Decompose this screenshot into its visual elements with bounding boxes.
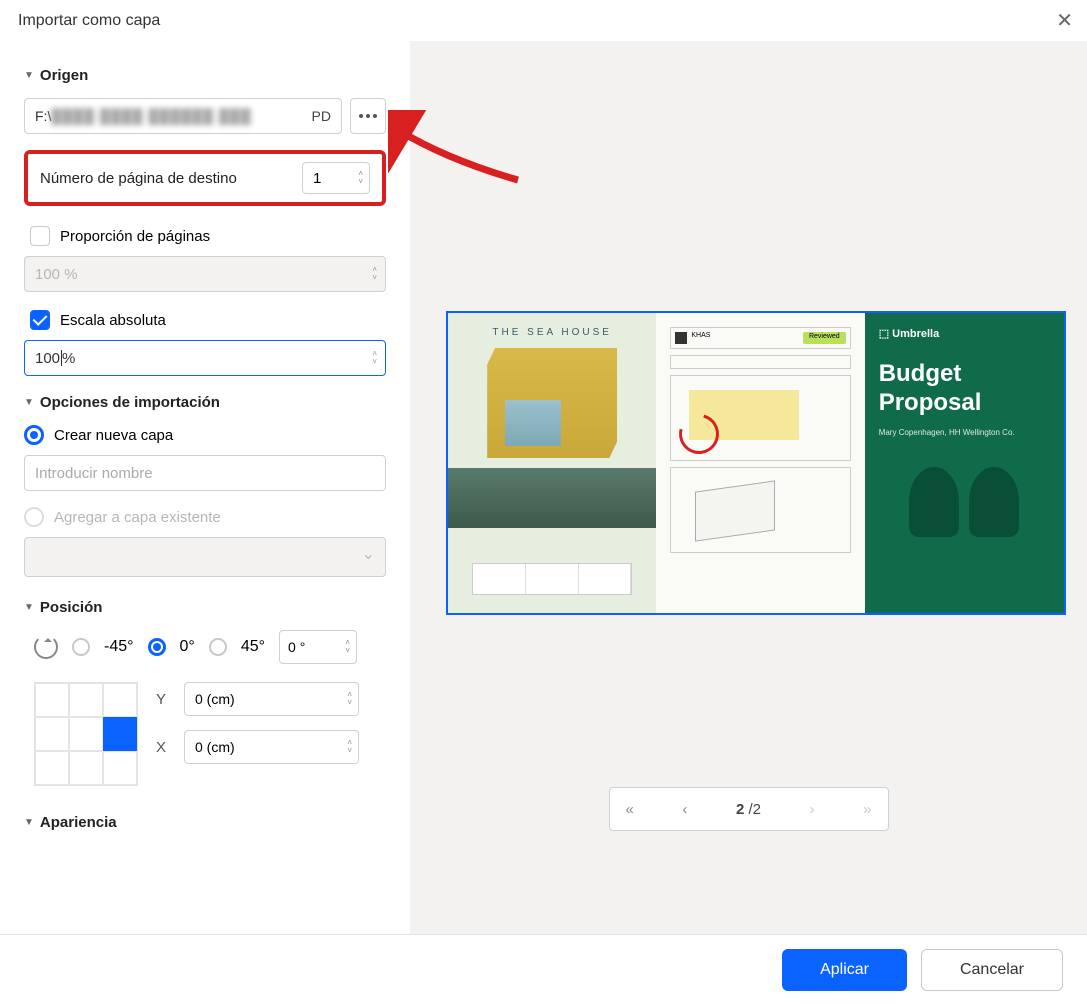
page-ratio-checkbox[interactable] [30, 226, 50, 246]
new-layer-label: Crear nueva capa [54, 427, 173, 444]
last-page-button[interactable]: » [863, 801, 871, 818]
existing-layer-select [24, 537, 386, 577]
page-indicator: 2 /2 [736, 801, 761, 818]
x-input[interactable]: 0 (cm)˄˅ [184, 730, 359, 764]
anchor-grid[interactable] [34, 682, 138, 786]
section-import-options[interactable]: ▼ Opciones de importación [24, 394, 386, 411]
chevron-down-icon: ▼ [24, 70, 34, 81]
preview-page-2: KHASReviewed [656, 313, 864, 613]
section-appearance[interactable]: ▼ Apariencia [24, 814, 386, 831]
prev-page-button[interactable]: ‹ [682, 801, 687, 818]
layer-name-input[interactable]: Introducir nombre [24, 455, 386, 491]
dialog-footer: Aplicar Cancelar [0, 934, 1087, 1004]
section-origin[interactable]: ▼ Origen [24, 67, 386, 84]
y-label: Y [156, 691, 170, 708]
existing-layer-label: Agregar a capa existente [54, 509, 221, 526]
anchor-cell[interactable] [69, 751, 103, 785]
left-panel: ▼ Origen F:\ ████ ████ ██████ ███ PD Núm… [0, 41, 410, 941]
stepper-icon[interactable]: ˄˅ [358, 170, 363, 186]
first-page-button[interactable]: « [626, 801, 634, 818]
page-navigator: « ‹ 2 /2 › » [609, 787, 889, 831]
target-page-label: Número de página de destino [40, 170, 237, 187]
absolute-scale-label: Escala absoluta [60, 312, 166, 329]
rotate-45-radio[interactable] [209, 638, 227, 656]
anchor-cell[interactable] [35, 683, 69, 717]
chevron-down-icon: ▼ [24, 817, 34, 828]
y-input[interactable]: 0 (cm)˄˅ [184, 682, 359, 716]
rotate-0-radio[interactable] [148, 638, 166, 656]
dialog-title: Importar como capa [18, 12, 160, 30]
preview-page-1: THE SEA HOUSE [448, 313, 656, 613]
next-page-button[interactable]: › [810, 801, 815, 818]
source-path-input[interactable]: F:\ ████ ████ ██████ ███ PD [24, 98, 342, 134]
browse-button[interactable] [350, 98, 386, 134]
rotation-input[interactable]: 0 ° ˄˅ [279, 630, 357, 664]
new-layer-radio[interactable] [24, 425, 44, 445]
anchor-cell-selected[interactable] [103, 717, 137, 751]
anchor-cell[interactable] [69, 717, 103, 751]
anchor-cell[interactable] [35, 717, 69, 751]
anchor-cell[interactable] [35, 751, 69, 785]
target-page-input[interactable]: 1 ˄˅ [302, 162, 370, 194]
target-page-row: Número de página de destino 1 ˄˅ [24, 150, 386, 206]
title-bar: Importar como capa ✕ [0, 0, 1087, 41]
anchor-cell[interactable] [103, 751, 137, 785]
preview-panel: THE SEA HOUSE KHASReviewed Umbrella Budg… [410, 41, 1087, 941]
anchor-cell[interactable] [69, 683, 103, 717]
section-position[interactable]: ▼ Posición [24, 599, 386, 616]
x-label: X [156, 739, 170, 756]
rotate-neg45-radio[interactable] [72, 638, 90, 656]
preview-page-3: Umbrella BudgetProposal Mary Copenhagen,… [865, 313, 1064, 613]
apply-button[interactable]: Aplicar [782, 949, 907, 991]
absolute-scale-input[interactable]: 100 % ˄˅ [24, 340, 386, 376]
page-ratio-label: Proporción de páginas [60, 228, 210, 245]
chevron-down-icon: ▼ [24, 397, 34, 408]
absolute-scale-checkbox[interactable] [30, 310, 50, 330]
cancel-button[interactable]: Cancelar [921, 949, 1063, 991]
existing-layer-radio [24, 507, 44, 527]
rotate-icon[interactable] [34, 635, 58, 659]
close-icon[interactable]: ✕ [1056, 8, 1073, 33]
page-ratio-input: 100 % ˄˅ [24, 256, 386, 292]
preview-image: THE SEA HOUSE KHASReviewed Umbrella Budg… [446, 311, 1066, 615]
chevron-down-icon: ▼ [24, 602, 34, 613]
anchor-cell[interactable] [103, 683, 137, 717]
